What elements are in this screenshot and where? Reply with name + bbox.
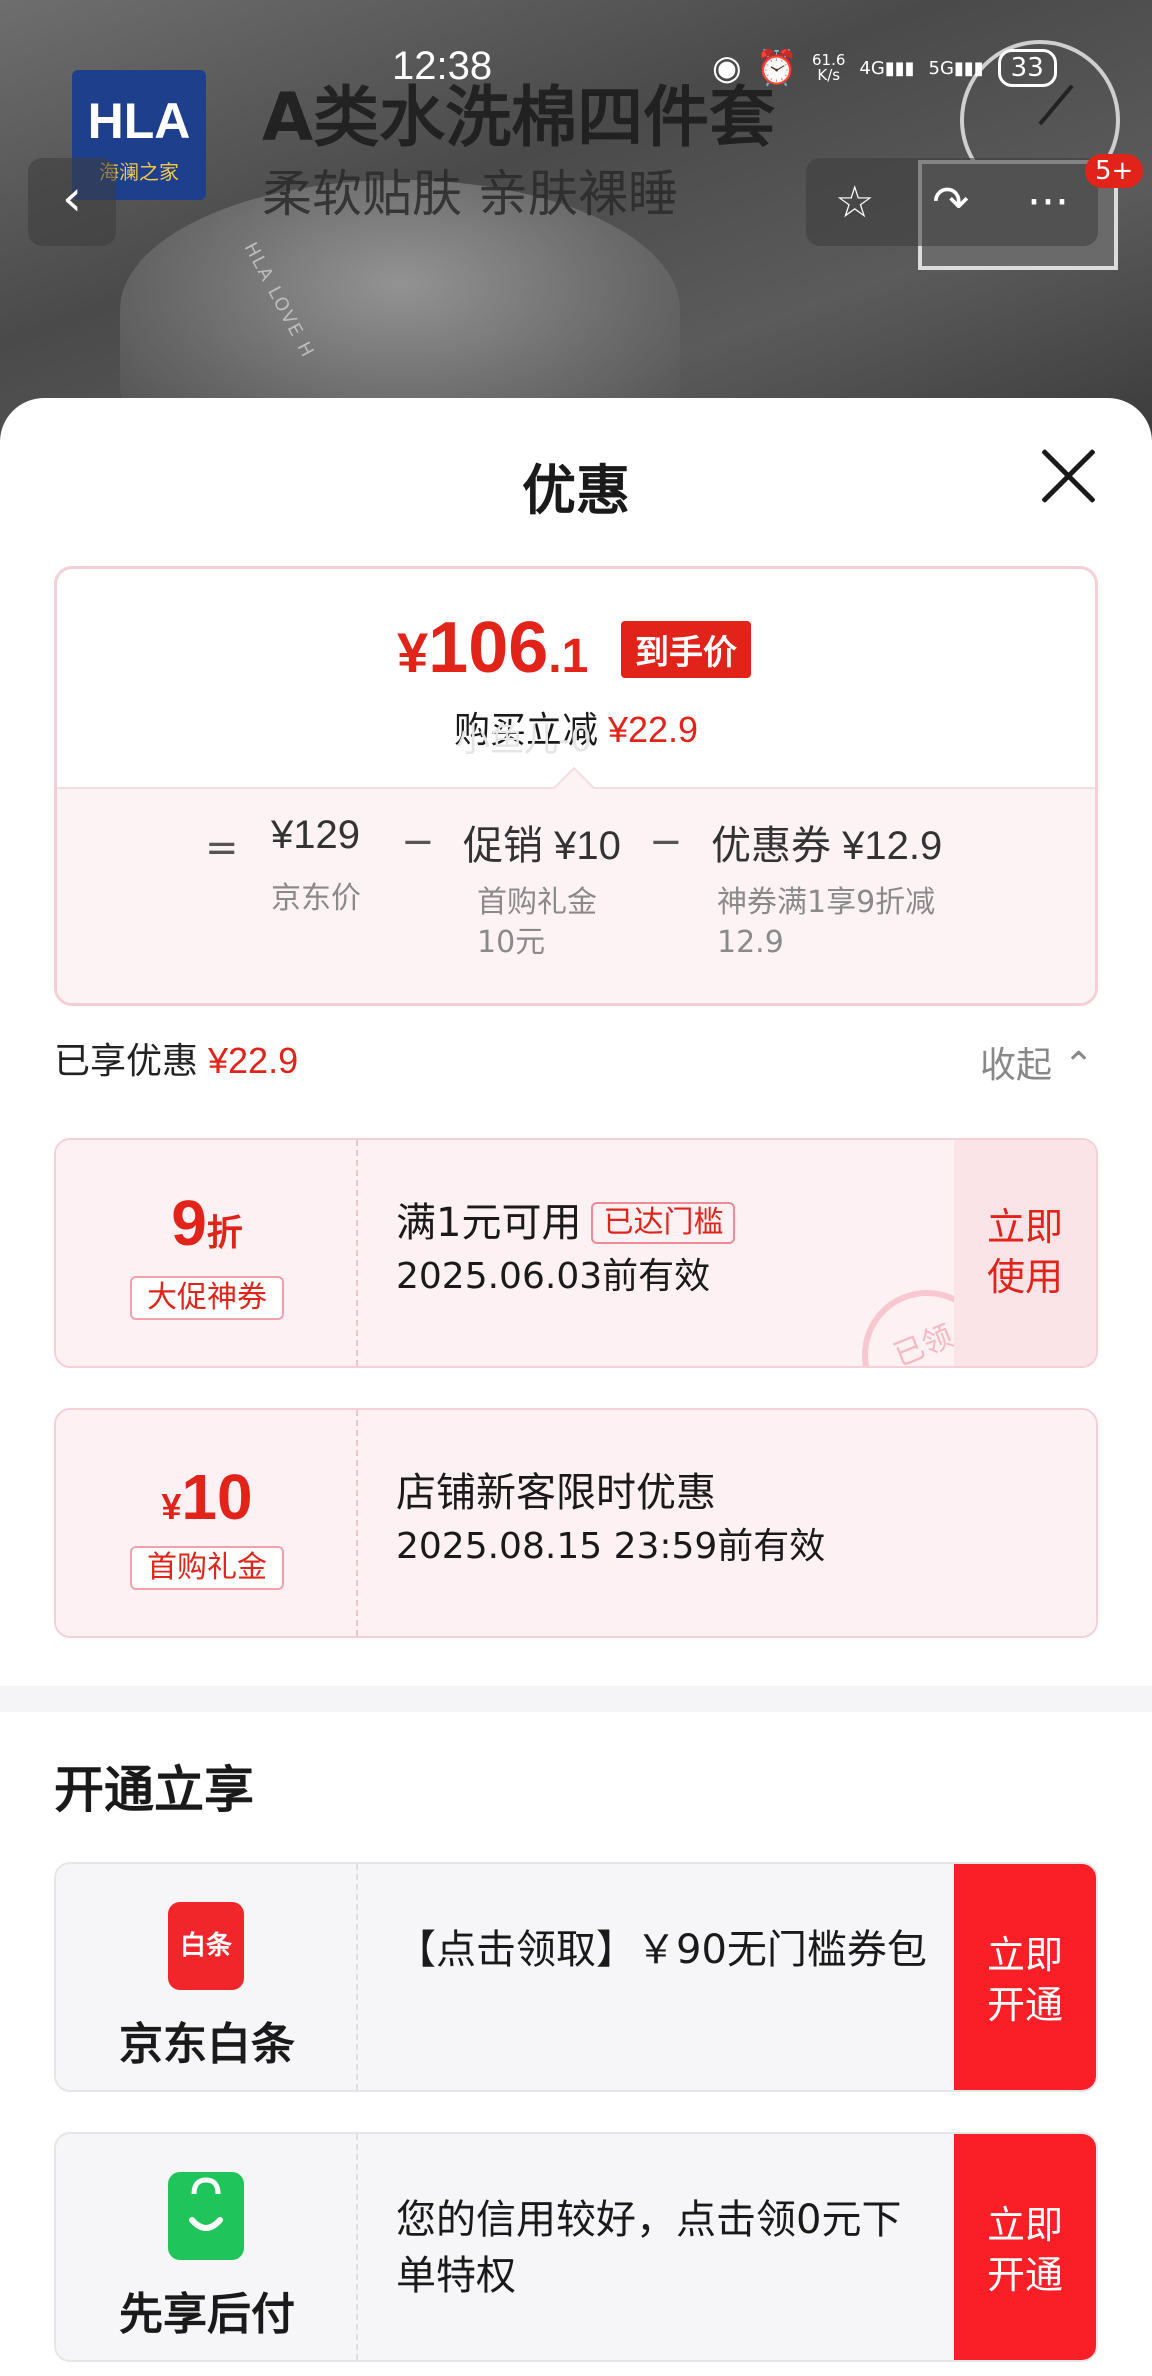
status-bar: 12:38 ◉ ⏰ 61.6 K/s 4G▮▮▮ 5G▮▮▮ 33	[0, 38, 1152, 98]
signal-4g-icon: 4G▮▮▮	[859, 57, 915, 79]
coupon-type-tag: 大促神券	[130, 1276, 284, 1320]
share-icon[interactable]: ↷	[932, 177, 969, 228]
chevron-left-icon: ‹	[62, 169, 82, 227]
promo-deduction-label: 首购礼金	[477, 885, 597, 920]
eye-icon: ◉	[712, 48, 742, 88]
service-name: 先享后付	[119, 2289, 295, 2340]
shopping-bag-icon	[168, 2172, 244, 2260]
promo-deduction-amount: 10元	[477, 925, 546, 960]
coupon-condition: 店铺新客限时优惠	[396, 1470, 716, 1516]
open-service-card: 先享后付 您的信用较好，点击领0元下单特权 立即 开通	[54, 2132, 1098, 2362]
service-brand-block: 先享后付	[56, 2134, 358, 2360]
coupon-card: ¥10 首购礼金 店铺新客限时优惠 2025.08.15 23:59前有效	[54, 1408, 1098, 1638]
minus-sign: −	[649, 819, 683, 865]
base-price: ¥129	[271, 813, 360, 857]
enjoyed-discount: 已享优惠 ¥22.9	[54, 1040, 299, 1082]
open-section-title: 开通立享	[54, 1761, 254, 1819]
open-baitiao-button[interactable]: 立即 开通	[954, 1864, 1096, 2090]
service-description: 【点击领取】￥90无门槛券包	[396, 1927, 927, 1973]
sheet-title: 优惠	[522, 459, 630, 522]
coupon-value-block: 9折 大促神券	[56, 1140, 358, 1366]
coupon-condition: 满1元可用	[396, 1200, 582, 1246]
service-description: 您的信用较好，点击领0元下单特权	[396, 2197, 902, 2299]
more-icon[interactable]: ···	[1027, 177, 1069, 228]
coupon-value-block: ¥10 首购礼金	[56, 1410, 358, 1636]
base-price-label: 京东价	[271, 881, 361, 916]
discount-sheet: 优惠 ¥106.1 到手价 购买立减 ¥22.9 = ¥129 京东价 − 促销 …	[0, 398, 1152, 2376]
coupon-details: 店铺新客限时优惠 2025.08.15 23:59前有效	[396, 1466, 825, 1574]
coupon-deduction-amount: 12.9	[717, 925, 784, 960]
status-icons: ◉ ⏰ 61.6 K/s 4G▮▮▮ 5G▮▮▮ 33	[712, 48, 1057, 88]
open-paylater-button[interactable]: 立即 开通	[954, 2134, 1096, 2360]
coupon-value: ¥10	[161, 1461, 253, 1533]
minus-sign: −	[401, 819, 435, 865]
use-coupon-button[interactable]: 立即 使用	[954, 1140, 1096, 1366]
collapse-button[interactable]: 收起 ⌃	[980, 1036, 1094, 1088]
promo-deduction: 促销 ¥10	[463, 824, 621, 868]
chevron-up-icon: ⌃	[1063, 1045, 1094, 1086]
coupon-details: 满1元可用 已达门槛 2025.06.03前有效	[396, 1196, 736, 1304]
coupon-value: 9折	[171, 1187, 243, 1259]
coupon-type-tag: 首购礼金	[130, 1546, 284, 1590]
net-speed: 61.6 K/s	[812, 51, 846, 84]
signal-5g-icon: 5G▮▮▮	[928, 57, 984, 79]
watermark-text: 小鱼儿-0	[456, 720, 592, 760]
coupon-deduction-label: 神券满1享9折减	[717, 885, 936, 920]
battery-indicator: 33	[997, 49, 1057, 87]
coupon-card: 9折 大促神券 满1元可用 已达门槛 2025.06.03前有效 已领 立即 使用	[54, 1138, 1098, 1368]
baitiao-icon: 白条	[168, 1902, 244, 1990]
close-icon[interactable]	[1036, 444, 1100, 508]
service-brand-block: 白条 京东白条	[56, 1864, 358, 2090]
promo-subtitle: 柔软贴肤 亲肤裸睡	[262, 165, 678, 223]
threshold-reached-tag: 已达门槛	[591, 1202, 736, 1244]
coupon-validity: 2025.08.15 23:59前有效	[396, 1526, 826, 1567]
status-time: 12:38	[392, 44, 493, 88]
nav-actions: ☆ ↷ ···	[806, 158, 1098, 246]
service-name: 京东白条	[119, 2019, 295, 2070]
final-price: ¥106.1	[397, 608, 589, 688]
message-count-badge: 5+	[1085, 154, 1144, 188]
price-breakdown-card: ¥106.1 到手价 购买立减 ¥22.9 = ¥129 京东价 − 促销 ¥10…	[54, 566, 1098, 1006]
final-price-tag: 到手价	[621, 621, 751, 678]
back-button[interactable]: ‹	[28, 158, 116, 246]
equals-sign: =	[205, 825, 239, 871]
open-service-card: 白条 京东白条 【点击领取】￥90无门槛券包 立即 开通	[54, 1862, 1098, 2092]
section-divider	[0, 1686, 1152, 1712]
alarm-icon: ⏰	[755, 48, 799, 88]
coupon-validity: 2025.06.03前有效	[396, 1256, 711, 1297]
price-calculation: = ¥129 京东价 − 促销 ¥10 首购礼金 10元 − 优惠券 ¥12.9…	[57, 787, 1095, 1003]
coupon-deduction: 优惠券 ¥12.9	[711, 824, 943, 868]
star-icon[interactable]: ☆	[835, 177, 874, 228]
